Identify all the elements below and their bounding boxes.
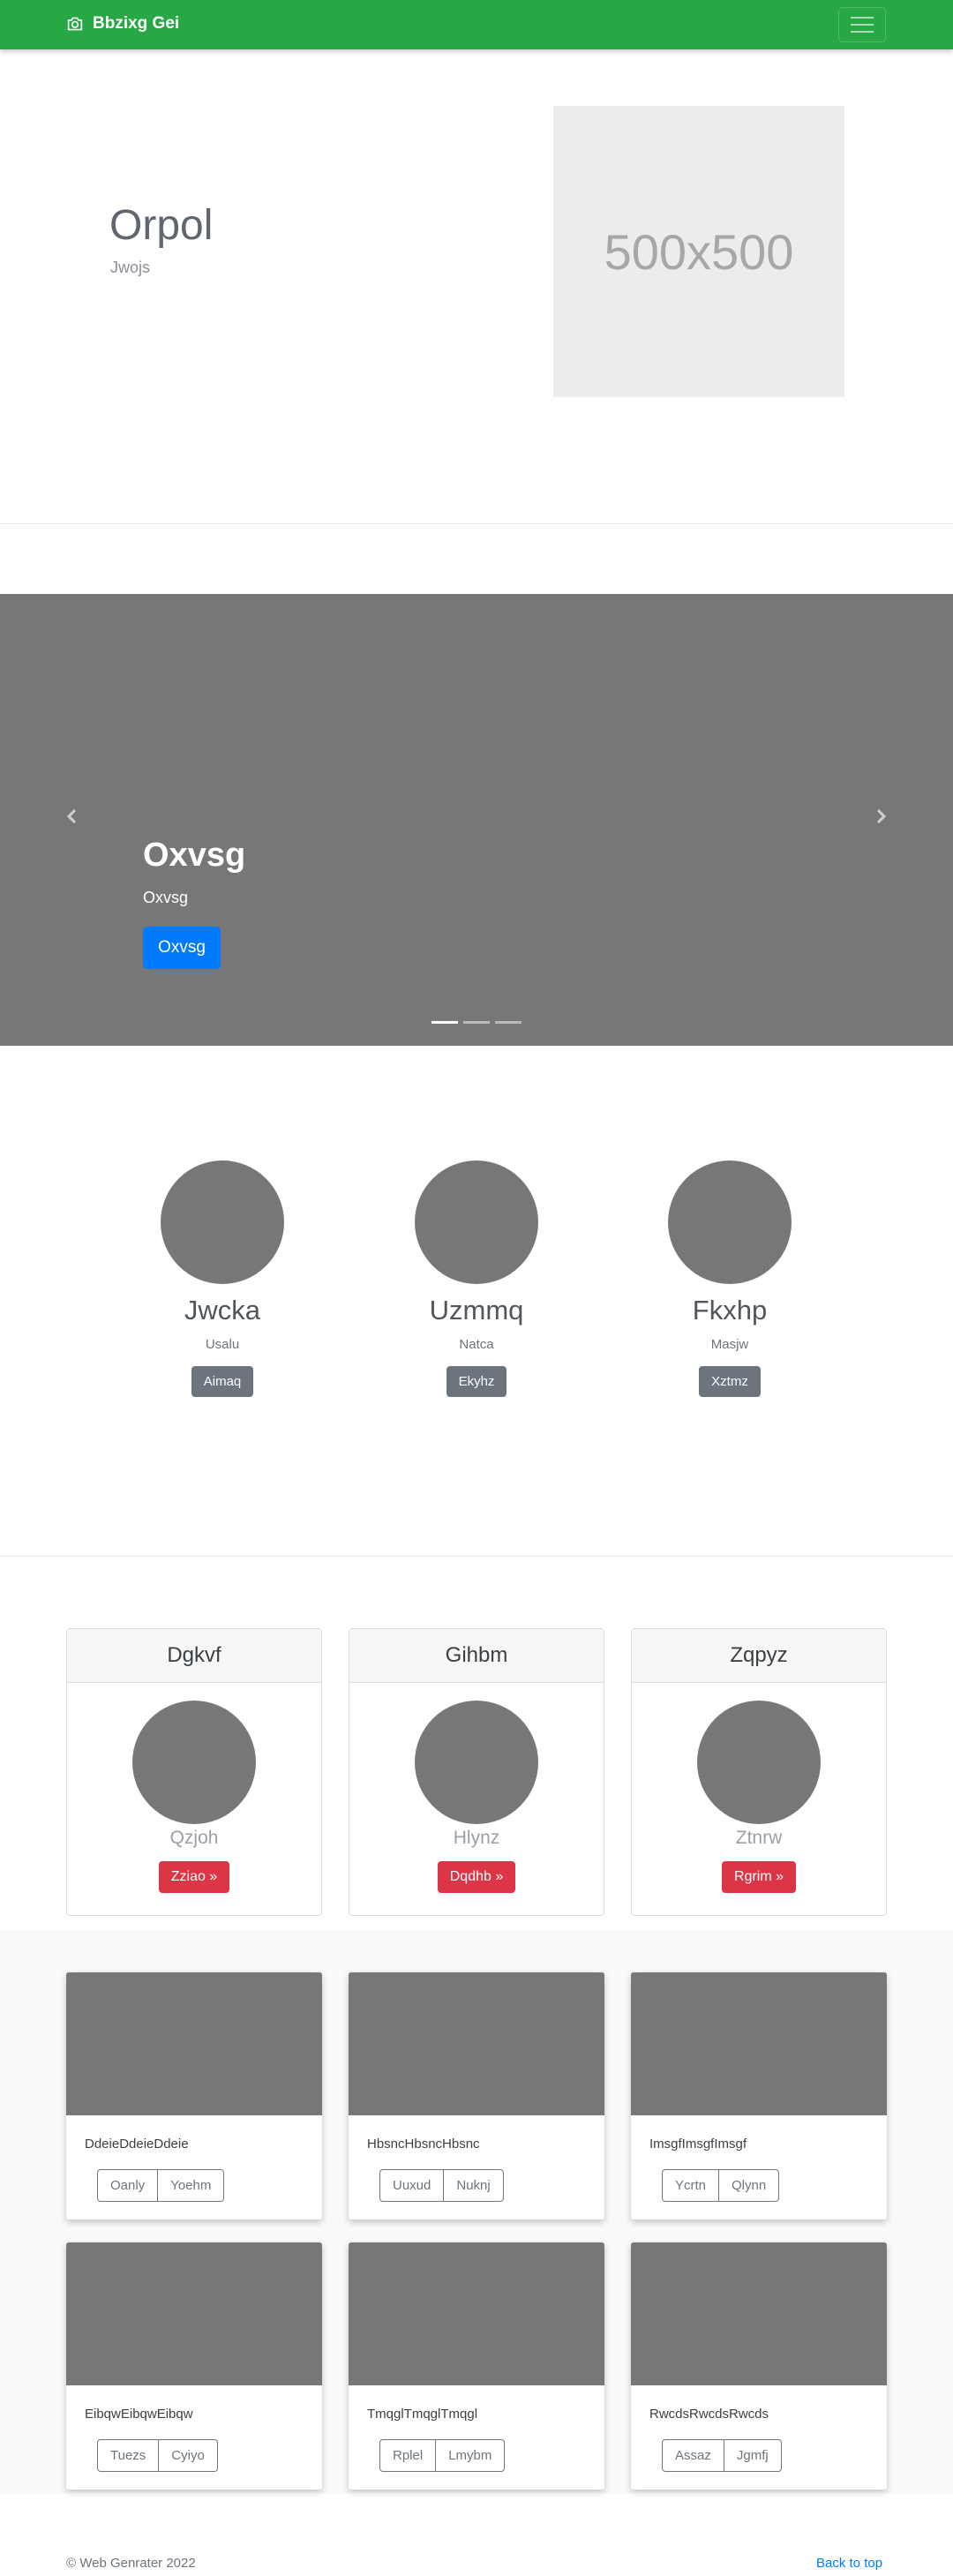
footer-copyright: © Web Genrater 2022	[66, 2556, 196, 2571]
album-button-group: Uuxud Nuknj	[379, 2169, 504, 2202]
album-card: RwcdsRwcdsRwcds Assaz Jgmfj	[631, 2242, 887, 2490]
feature-card-image	[132, 1701, 256, 1824]
album-card: EibqwEibqwEibqw Tuezs Cyiyo	[66, 2242, 322, 2490]
marketing-title: Uzmmq	[429, 1295, 524, 1326]
album-edit-button[interactable]: Nuknj	[444, 2169, 504, 2202]
marketing-image	[415, 1160, 538, 1284]
feature-card-text: Qzjoh	[169, 1828, 219, 1848]
marketing-text: Natca	[459, 1337, 494, 1352]
brand-link[interactable]: Bbzixg Gei	[66, 14, 179, 34]
feature-card-text: Ztnrw	[735, 1828, 783, 1848]
feature-card-button[interactable]: Zziao »	[158, 1861, 230, 1893]
album-card-text: EibqwEibqwEibqw	[85, 2407, 193, 2422]
marketing-button[interactable]: Aimaq	[191, 1366, 254, 1397]
feature-card-image	[415, 1701, 538, 1824]
marketing-text: Masjw	[710, 1337, 749, 1352]
album-card-image	[631, 1972, 887, 2115]
feature-card: Gihbm Hlynz Dqdhb »	[349, 1628, 604, 1916]
carousel-indicator[interactable]	[495, 1021, 522, 1024]
hamburger-icon	[851, 31, 874, 33]
marketing-button[interactable]: Ekyhz	[446, 1366, 507, 1397]
album-view-button[interactable]: Uuxud	[379, 2169, 445, 2202]
album-view-button[interactable]: Tuezs	[97, 2439, 160, 2472]
marketing-title: Jwcka	[184, 1295, 261, 1326]
album-card: ImsgfImsgfImsgf Ycrtn Qlynn	[631, 1972, 887, 2219]
hero-subtitle: Jwojs	[110, 259, 151, 276]
hamburger-icon	[851, 24, 874, 26]
marketing-image	[161, 1160, 284, 1284]
navbar-toggler-button[interactable]	[838, 7, 886, 42]
feature-card-button[interactable]: Dqdhb »	[437, 1861, 516, 1893]
album-card-text: DdeieDdeieDdeie	[85, 2137, 189, 2152]
feature-card-header: Zqpyz	[632, 1629, 886, 1683]
camera-icon	[67, 17, 83, 31]
album-button-group: Assaz Jgmfj	[662, 2439, 782, 2472]
feature-card-text: Hlynz	[453, 1828, 500, 1848]
feature-card-header: Dgkvf	[67, 1629, 321, 1683]
album-button-group: Ycrtn Qlynn	[662, 2169, 780, 2202]
album-view-button[interactable]: Rplel	[379, 2439, 437, 2472]
feature-card-header: Gihbm	[349, 1629, 604, 1683]
album-button-group: Rplel Lmybm	[379, 2439, 506, 2472]
marketing-column: Jwcka Usalu Aimaq	[125, 1160, 319, 1397]
marketing-button[interactable]: Xztmz	[699, 1366, 761, 1397]
marketing-image	[668, 1160, 792, 1284]
carousel-indicator[interactable]	[431, 1021, 458, 1024]
album-card-image	[349, 2242, 604, 2385]
marketing-text: Usalu	[205, 1337, 240, 1352]
section-divider	[0, 523, 953, 524]
album-card-text: RwcdsRwcdsRwcds	[649, 2407, 769, 2422]
album-button-group: Tuezs Cyiyo	[97, 2439, 218, 2472]
album-card-image	[66, 2242, 322, 2385]
hero-image-label: 500x500	[604, 223, 794, 280]
album-card-image	[631, 2242, 887, 2385]
album-view-button[interactable]: Assaz	[662, 2439, 724, 2472]
album-edit-button[interactable]: Cyiyo	[159, 2439, 218, 2472]
album-card-text: HbsncHbsncHbsnc	[367, 2137, 480, 2152]
brand-label: Bbzixg Gei	[93, 14, 180, 33]
back-to-top-link[interactable]: Back to top	[816, 2556, 882, 2571]
album-card-text: ImsgfImsgfImsgf	[649, 2137, 747, 2152]
carousel-caption-button[interactable]: Oxvsg	[143, 927, 221, 969]
marketing-column: Fkxhp Masjw Xztmz	[633, 1160, 827, 1397]
album-card: DdeieDdeieDdeie Oanly Yoehm	[66, 1972, 322, 2219]
feature-card: Dgkvf Qzjoh Zziao »	[66, 1628, 322, 1916]
album-card-text: TmqglTmqglTmqgl	[367, 2407, 478, 2422]
album-card-image	[349, 1972, 604, 2115]
album-edit-button[interactable]: Yoehm	[158, 2169, 225, 2202]
hero-placeholder-image: 500x500	[553, 106, 844, 397]
marketing-column: Uzmmq Natca Ekyhz	[379, 1160, 574, 1397]
carousel-indicator[interactable]	[463, 1021, 490, 1024]
carousel-caption-title: Oxvsg	[143, 837, 246, 874]
carousel-caption-text: Oxvsg	[143, 889, 189, 906]
feature-card-image	[697, 1701, 821, 1824]
album-card: HbsncHbsncHbsnc Uuxud Nuknj	[349, 1972, 604, 2219]
chevron-left-icon	[66, 808, 77, 824]
album-edit-button[interactable]: Lmybm	[436, 2439, 506, 2472]
chevron-right-icon	[876, 808, 887, 824]
album-edit-button[interactable]: Jgmfj	[724, 2439, 782, 2472]
section-divider	[0, 1556, 953, 1557]
album-view-button[interactable]: Oanly	[97, 2169, 159, 2202]
carousel-prev-button[interactable]	[62, 806, 83, 827]
carousel: Oxvsg Oxvsg Oxvsg	[0, 594, 953, 1046]
hero-title: Orpol	[109, 202, 214, 249]
album-button-group: Oanly Yoehm	[97, 2169, 225, 2202]
feature-card: Zqpyz Ztnrw Rgrim »	[631, 1628, 887, 1916]
navbar: Bbzixg Gei	[0, 0, 953, 49]
feature-card-button[interactable]: Rgrim »	[721, 1861, 796, 1893]
album-view-button[interactable]: Ycrtn	[662, 2169, 720, 2202]
marketing-title: Fkxhp	[692, 1295, 768, 1326]
album-edit-button[interactable]: Qlynn	[719, 2169, 780, 2202]
hamburger-icon	[851, 17, 874, 19]
carousel-next-button[interactable]	[870, 806, 891, 827]
album-card: TmqglTmqglTmqgl Rplel Lmybm	[349, 2242, 604, 2490]
album-card-image	[66, 1972, 322, 2115]
